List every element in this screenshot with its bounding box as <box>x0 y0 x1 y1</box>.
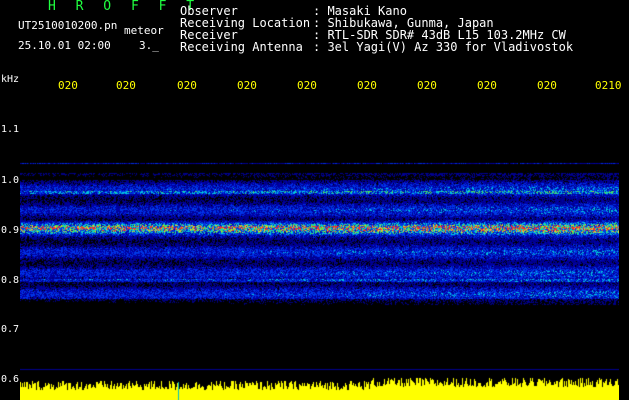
x-tick-6: 020 <box>357 79 377 92</box>
x-tick-10: 0210 <box>595 79 622 92</box>
antenna-label: Receiving Antenna <box>180 40 303 54</box>
mode-label: meteor <box>124 24 164 37</box>
y-tick-0-7: 0.7 <box>1 324 20 335</box>
x-tick-9: 020 <box>537 79 557 92</box>
x-tick-8: 020 <box>477 79 497 92</box>
y-tick-0-8: 0.8 <box>1 275 20 286</box>
spectrogram <box>20 100 619 400</box>
y-tick-1-1: 1.1 <box>1 124 20 135</box>
file-name: UT2510010200.pn <box>18 19 118 32</box>
y-tick-0-9: 0.9 <box>1 225 20 236</box>
unit-label: kHz <box>1 74 20 85</box>
x-tick-7: 020 <box>417 79 437 92</box>
x-tick-4: 020 <box>237 79 257 92</box>
y-tick-1-0: 1.0 <box>1 175 20 186</box>
speed-label: 3._ <box>139 39 159 52</box>
app-title: H R O F F T <box>48 0 201 14</box>
x-tick-1: 020 <box>58 79 78 92</box>
antenna-value: : 3el Yagi(V) Az 330 for Vladivostok <box>313 40 574 54</box>
date-time: 25.10.01 02:00 <box>18 39 111 52</box>
x-tick-5: 020 <box>297 79 317 92</box>
x-tick-3: 020 <box>177 79 197 92</box>
x-tick-2: 020 <box>116 79 136 92</box>
y-tick-0-6: 0.6 <box>1 374 20 385</box>
